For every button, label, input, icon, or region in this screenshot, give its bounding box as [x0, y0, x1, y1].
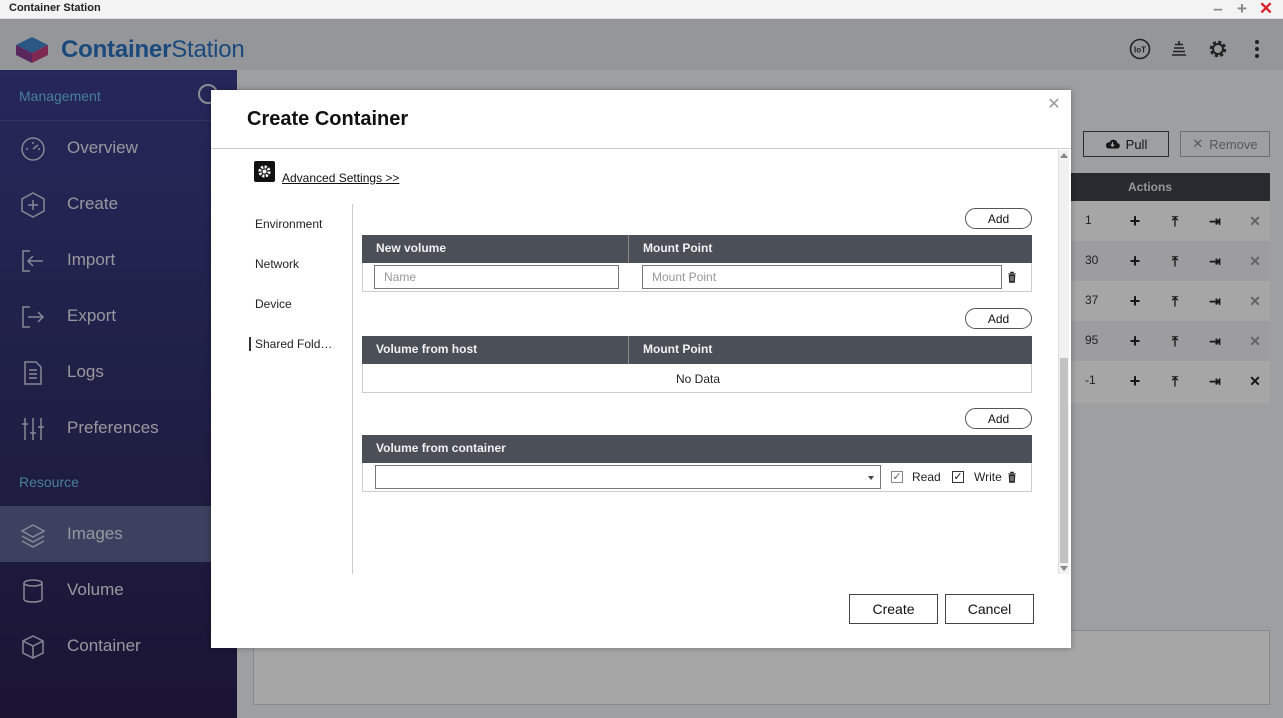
trash-icon[interactable] — [1006, 270, 1018, 284]
column-header: Volume from host — [376, 342, 478, 356]
chevron-down-icon — [868, 476, 874, 480]
column-header: New volume — [376, 241, 447, 255]
read-label: Read — [912, 470, 941, 484]
settings-gear-icon — [254, 161, 275, 182]
settings-tabs: Environment Network Device Shared Fold… — [249, 204, 353, 574]
mount-point-input[interactable]: Mount Point — [642, 265, 1002, 289]
column-divider — [628, 235, 629, 263]
tab-network[interactable]: Network — [255, 257, 299, 271]
new-volume-table-header: New volume Mount Point — [362, 235, 1032, 263]
create-button[interactable]: Create — [849, 594, 938, 624]
scroll-up-icon[interactable] — [1060, 153, 1068, 158]
divider — [211, 148, 1071, 149]
minimize-icon[interactable]: – — [1207, 0, 1229, 19]
new-volume-row: Name Mount Point — [362, 263, 1032, 292]
advanced-settings-link[interactable]: Advanced Settings >> — [282, 171, 399, 185]
container-volume-table-header: Volume from container — [362, 435, 1032, 463]
container-select[interactable] — [375, 465, 881, 489]
tab-environment[interactable]: Environment — [255, 217, 322, 231]
tab-shared-folders[interactable]: Shared Fold… — [249, 337, 332, 351]
write-checkbox[interactable]: ✓ — [952, 471, 964, 483]
trash-icon[interactable] — [1006, 470, 1018, 484]
create-container-dialog: Create Container ✕ Advanced Settings >> … — [211, 90, 1071, 648]
add-container-volume-button[interactable]: Add — [965, 408, 1032, 429]
column-header: Mount Point — [643, 241, 713, 255]
container-volume-row: ✓ Read ✓ Write — [362, 463, 1032, 492]
maximize-icon[interactable]: + — [1231, 0, 1253, 19]
write-label: Write — [974, 470, 1002, 484]
volume-name-input[interactable]: Name — [374, 265, 619, 289]
tab-device[interactable]: Device — [255, 297, 292, 311]
host-volume-table-header: Volume from host Mount Point — [362, 336, 1032, 364]
column-divider — [628, 336, 629, 364]
add-host-volume-button[interactable]: Add — [965, 308, 1032, 329]
dialog-scrollbar[interactable] — [1058, 150, 1069, 574]
close-window-icon[interactable]: ✕ — [1255, 0, 1277, 19]
no-data-text: No Data — [675, 372, 721, 386]
window-title: Container Station — [9, 2, 101, 14]
window-titlebar: Container Station – + ✕ — [0, 0, 1283, 19]
close-icon[interactable]: ✕ — [1047, 97, 1061, 113]
host-volume-empty-row: No Data — [362, 364, 1032, 393]
dialog-title: Create Container — [247, 108, 409, 130]
scrollbar-thumb[interactable] — [1060, 358, 1068, 563]
scroll-down-icon[interactable] — [1060, 566, 1068, 571]
column-header: Mount Point — [643, 342, 713, 356]
cancel-button[interactable]: Cancel — [945, 594, 1034, 624]
read-checkbox[interactable]: ✓ — [891, 471, 903, 483]
column-header: Volume from container — [376, 441, 506, 455]
add-new-volume-button[interactable]: Add — [965, 208, 1032, 229]
